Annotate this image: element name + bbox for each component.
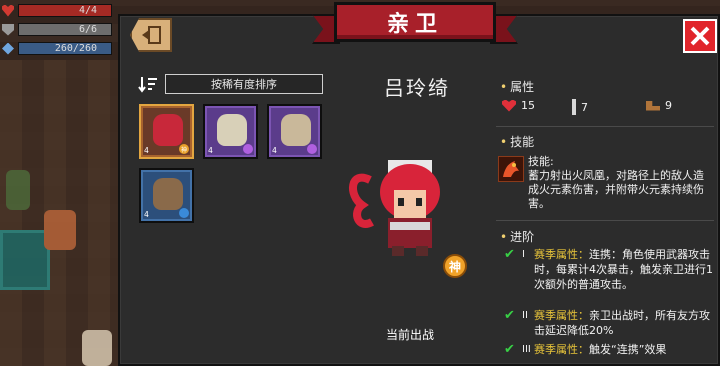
advancement-item-1: ✔ I 赛季属性：连携：角色使用武器攻击时，每累计4次暴击，触发亲卫进行1次额外…	[504, 247, 714, 292]
armor-row: 6/6	[2, 22, 112, 37]
attack-value: 7	[581, 100, 588, 114]
close-icon	[690, 26, 710, 46]
phoenix-icon	[503, 161, 519, 177]
bullet-icon: •	[500, 230, 508, 244]
card-level: 4	[208, 146, 213, 155]
hp-value: 4/4	[78, 5, 97, 16]
character-name: 吕玲绮	[384, 76, 450, 100]
attributes-title-text: 属性	[510, 80, 535, 94]
energy-value: 260/260	[54, 43, 97, 54]
skill-title-text: 技能	[510, 135, 535, 149]
guard-card-3[interactable]: 4	[267, 104, 322, 159]
advancement-prefix: 赛季属性：	[534, 309, 589, 322]
attributes-title: • 属性	[500, 78, 534, 95]
energy-bar: 260/260	[18, 42, 112, 55]
energy-row: 260/260	[2, 41, 112, 56]
deploy-status: 当前出战	[385, 328, 434, 342]
enemy-sprite	[6, 170, 30, 210]
card-level: 4	[144, 146, 149, 155]
attack-attribute: 7	[572, 99, 588, 115]
floor-water-tile	[0, 230, 50, 290]
fire-phoenix-skill-icon	[498, 156, 524, 182]
close-button[interactable]	[683, 19, 717, 53]
portrait-guard-4	[153, 178, 183, 210]
character-portrait-icon	[349, 160, 440, 256]
advancement-title: • 进阶	[500, 228, 534, 245]
game-floor	[0, 60, 120, 366]
card-divine-badge: 神	[179, 144, 189, 154]
speed-attribute: 9	[646, 99, 672, 112]
advancement-title-text: 进阶	[510, 230, 535, 244]
advancement-prefix: 赛季属性：	[534, 248, 589, 261]
divine-badge: 神	[443, 254, 467, 278]
portrait-guard-3	[281, 114, 311, 146]
attributes-row: 15 7 9	[502, 99, 712, 117]
bullet-icon: •	[500, 135, 508, 149]
skill-description: 技能: 蓄力射出火凤凰，对路径上的敌人造成火元素伤害，并附带火元素持续伤害。	[528, 155, 714, 211]
portrait-lu-lingqi	[153, 114, 183, 146]
advancement-item-3: ✔ III 赛季属性：触发“连携”效果	[504, 342, 714, 357]
character-sprite	[340, 150, 460, 260]
advancement-numeral: II	[522, 310, 528, 321]
player-hud: 4/4 6/6 260/260	[0, 0, 118, 58]
sword-icon	[572, 99, 576, 115]
sort-descending-icon	[138, 77, 157, 93]
crystal-icon	[2, 42, 14, 55]
hp-row: 4/4	[2, 3, 112, 18]
guard-card-lu-lingqi[interactable]: 4 神	[139, 104, 194, 159]
divider	[496, 220, 714, 221]
advancement-prefix: 赛季属性：	[534, 343, 589, 356]
skill-body: 蓄力射出火凤凰，对路径上的敌人造成火元素伤害，并附带火元素持续伤害。	[528, 169, 704, 210]
hp-attribute: 15	[502, 99, 535, 112]
advancement-item-2: ✔ II 赛季属性：亲卫出战时，所有友方攻击延迟降低20%	[504, 308, 714, 338]
advancement-numeral: I	[522, 249, 525, 260]
heart-icon	[2, 4, 14, 17]
hp-bar: 4/4	[18, 4, 112, 17]
skill-title: • 技能	[500, 133, 534, 150]
ally-sprite	[44, 210, 76, 250]
bullet-icon: •	[500, 80, 508, 94]
heart-icon	[502, 99, 516, 112]
card-tier-badge	[243, 144, 253, 154]
panel-title: 亲卫	[334, 2, 496, 42]
skill-label: 技能:	[528, 155, 554, 168]
divider	[496, 126, 714, 127]
card-tier-badge	[307, 144, 317, 154]
sort-icon[interactable]	[138, 75, 158, 93]
hp-value: 15	[521, 99, 535, 112]
npc-sprite	[82, 330, 112, 366]
advancement-text: 赛季属性：连携：角色使用武器攻击时，每累计4次暴击，触发亲卫进行1次额外的普通攻…	[534, 247, 714, 292]
armor-value: 6/6	[78, 24, 97, 35]
check-icon: ✔	[504, 342, 515, 357]
sort-dropdown[interactable]: 按稀有度排序	[165, 74, 323, 94]
card-level: 4	[272, 146, 277, 155]
boot-icon	[646, 100, 660, 111]
advancement-text: 赛季属性：触发“连携”效果	[534, 342, 714, 357]
advancement-text: 赛季属性：亲卫出战时，所有友方攻击延迟降低20%	[534, 308, 714, 338]
check-icon: ✔	[504, 247, 515, 262]
speed-value: 9	[665, 99, 672, 112]
shield-icon	[2, 23, 14, 36]
portrait-guard-2	[217, 114, 247, 146]
check-icon: ✔	[504, 308, 515, 323]
advancement-numeral: III	[522, 344, 531, 355]
advancement-desc: 触发“连携”效果	[589, 343, 667, 356]
back-arrow-icon	[142, 26, 161, 44]
card-level: 4	[144, 210, 149, 219]
armor-bar: 6/6	[18, 23, 112, 36]
card-tier-badge	[179, 208, 189, 218]
guard-card-4[interactable]: 4	[139, 168, 194, 223]
guard-card-2[interactable]: 4	[203, 104, 258, 159]
